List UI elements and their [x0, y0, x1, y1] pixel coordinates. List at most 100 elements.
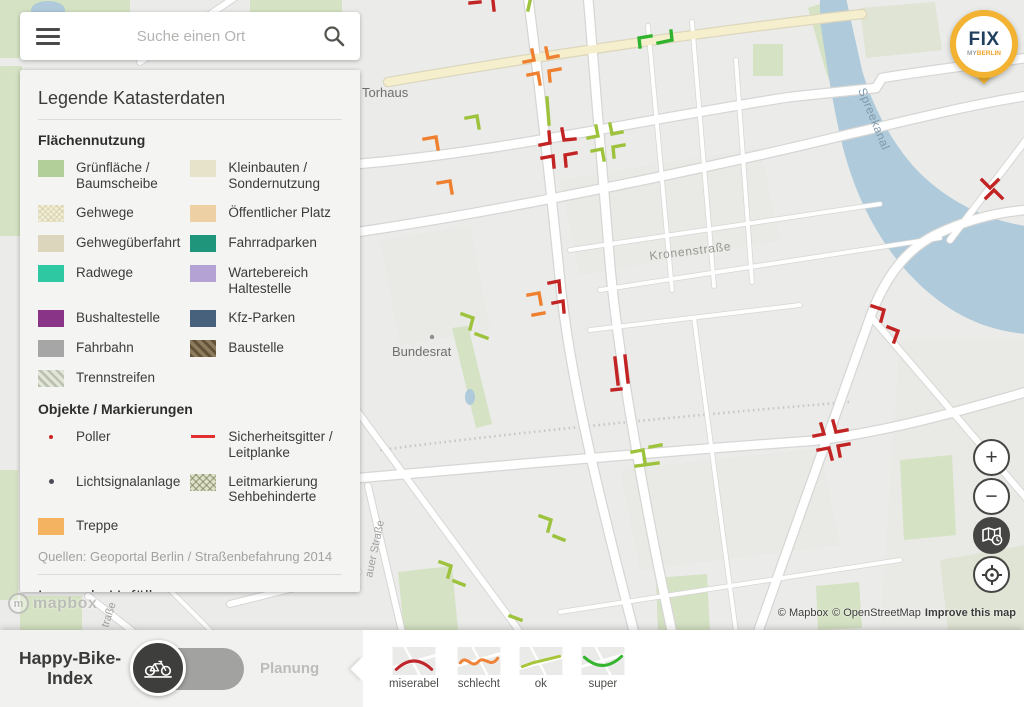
improve-map-link[interactable]: Improve this map	[925, 607, 1016, 619]
locate-icon	[980, 563, 1004, 587]
legend-swatch-gehwegueberfahrt	[38, 235, 64, 252]
legend-swatch-kfz-parken	[190, 310, 216, 327]
legend-panel: Legende Katasterdaten Flächennutzung Grü…	[20, 70, 360, 592]
zoom-in-button[interactable]: +	[973, 439, 1010, 476]
quality-label: schlecht	[458, 678, 500, 690]
layer-toggle[interactable]	[136, 648, 244, 690]
planung-label[interactable]: Planung	[260, 660, 319, 677]
legend-swatch-lichtsignalanlage	[38, 474, 64, 490]
quality-thumb-ok	[519, 647, 563, 675]
legend-swatch-leitmarkierung	[190, 474, 216, 491]
legend-item-label: Leitmarkierung Sehbehinderte	[228, 474, 342, 506]
legend-item: Gehwege	[38, 205, 182, 222]
mapbox-logo-icon: m	[8, 593, 29, 614]
mapbox-wordmark[interactable]: m mapbox	[8, 593, 97, 614]
quality-thumb-super	[581, 647, 625, 675]
map-label-torhaus: Torhaus	[362, 85, 409, 100]
legend-item-label: Poller	[76, 429, 111, 445]
legend-swatch-gehwege	[38, 205, 64, 222]
legend-swatch-treppe	[38, 518, 64, 535]
map-history-icon	[980, 525, 1004, 547]
menu-button[interactable]	[36, 24, 60, 49]
layer-toggle-knob[interactable]	[130, 640, 186, 696]
legend-item-label: Gehwegüberfahrt	[76, 235, 180, 251]
mapbox-logo-text: mapbox	[33, 595, 97, 613]
legend-item: Fahrradparken	[190, 235, 342, 252]
legend-item-label: Radwege	[76, 265, 133, 281]
legend-section-objekte: Objekte / Markierungen	[38, 401, 342, 417]
legend-swatch-wartebereich	[190, 265, 216, 282]
legend-item-label: Bushaltestelle	[76, 310, 160, 326]
legend-item: Radwege	[38, 265, 182, 297]
quality-legend-section: miserabel schlecht ok	[363, 630, 1024, 707]
search-bar	[20, 12, 360, 60]
quality-label: ok	[535, 678, 547, 690]
legend-item: Kleinbauten / Sondernutzung	[190, 160, 342, 192]
quality-item-schlecht: schlecht	[457, 647, 501, 690]
zoom-out-button[interactable]: −	[973, 478, 1010, 515]
park-area	[860, 2, 942, 58]
legend-swatch-baustelle	[190, 340, 216, 357]
legend-item: Lichtsignalanlage	[38, 474, 182, 506]
quality-item-ok: ok	[519, 647, 563, 690]
search-icon[interactable]	[322, 24, 346, 48]
map-label-bundesrat: Bundesrat	[392, 344, 452, 359]
plus-icon: +	[985, 446, 997, 470]
legend-item: Leitmarkierung Sehbehinderte	[190, 474, 342, 506]
legend-section-flaechennutzung: Flächennutzung	[38, 132, 342, 148]
logo-text-line2: MYBERLIN	[967, 49, 1001, 58]
bicycle-icon	[143, 657, 173, 679]
quality-item-miserabel: miserabel	[389, 647, 439, 690]
quality-item-super: super	[581, 647, 625, 690]
legend-item-label: Baustelle	[228, 340, 284, 356]
search-input[interactable]	[60, 27, 322, 46]
legend-item: Baustelle	[190, 340, 342, 357]
legend-item-label: Öffentlicher Platz	[228, 205, 331, 221]
logo-text-berlin: BERLIN	[977, 50, 1001, 57]
legend-grid-objekte: Poller Sicherheitsgitter / Leitplanke Li…	[38, 429, 342, 536]
park-area	[0, 470, 18, 600]
legend-item: Sicherheitsgitter / Leitplanke	[190, 429, 342, 461]
logo-text-my: MY	[967, 50, 977, 57]
legend-item: Gehwegüberfahrt	[38, 235, 182, 252]
legend-swatch-gruenflaeche	[38, 160, 64, 177]
legend-swatch-radwege	[38, 265, 64, 282]
geolocate-button[interactable]	[973, 556, 1010, 593]
legend-item: Treppe	[38, 518, 182, 535]
legend-item-label: Gehwege	[76, 205, 134, 221]
happy-bike-index-section: Happy-Bike-Index Planung	[0, 630, 363, 707]
app-window: Torhaus Bundesrat Kronenstraße Spreekana…	[0, 0, 1024, 707]
divider	[38, 574, 342, 575]
map-attribution: © Mapbox © OpenStreetMap Improve this ma…	[778, 607, 1016, 619]
minus-icon: −	[985, 485, 997, 509]
legend-swatch-trennstreifen	[38, 370, 64, 387]
legend-swatch-fahrradparken	[190, 235, 216, 252]
legend-grid-flaechennutzung: Grünfläche / Baumscheibe Kleinbauten / S…	[38, 160, 342, 387]
legend-swatch-poller	[38, 429, 64, 445]
logo-pin-circle: FIX MYBERLIN	[950, 10, 1018, 78]
layers-history-button[interactable]	[973, 517, 1010, 554]
legend-item: Poller	[38, 429, 182, 461]
quality-label: super	[588, 678, 617, 690]
logo-text-fix: FIX	[968, 30, 999, 49]
legend-item-label: Fahrbahn	[76, 340, 134, 356]
legend-item: Trennstreifen	[38, 370, 182, 387]
pond	[465, 389, 475, 405]
legend-source: Quellen: Geoportal Berlin / Straßenbefah…	[38, 549, 342, 564]
poi-dot	[430, 335, 434, 339]
legend-item: Kfz-Parken	[190, 310, 342, 327]
fixmyberlin-logo[interactable]: FIX MYBERLIN	[950, 10, 1018, 78]
quality-label: miserabel	[389, 678, 439, 690]
attribution-mapbox-link[interactable]: © Mapbox	[778, 607, 828, 619]
legend-title: Legende Katasterdaten	[38, 88, 342, 109]
legend-item: Wartebereich Haltestelle	[190, 265, 342, 297]
attribution-osm-link[interactable]: © OpenStreetMap	[832, 607, 921, 619]
legend-item-label: Grünfläche / Baumscheibe	[76, 160, 182, 192]
legend-item-label: Lichtsignalanlage	[76, 474, 180, 490]
legend-item: Fahrbahn	[38, 340, 182, 357]
legend-unfaelle-title: Legende Unfälle	[38, 587, 342, 592]
map-controls: + −	[973, 439, 1010, 593]
legend-swatch-oeffentlicher-platz	[190, 205, 216, 222]
legend-swatch-kleinbauten	[190, 160, 216, 177]
happy-bike-index-title: Happy-Bike-Index	[12, 649, 128, 688]
